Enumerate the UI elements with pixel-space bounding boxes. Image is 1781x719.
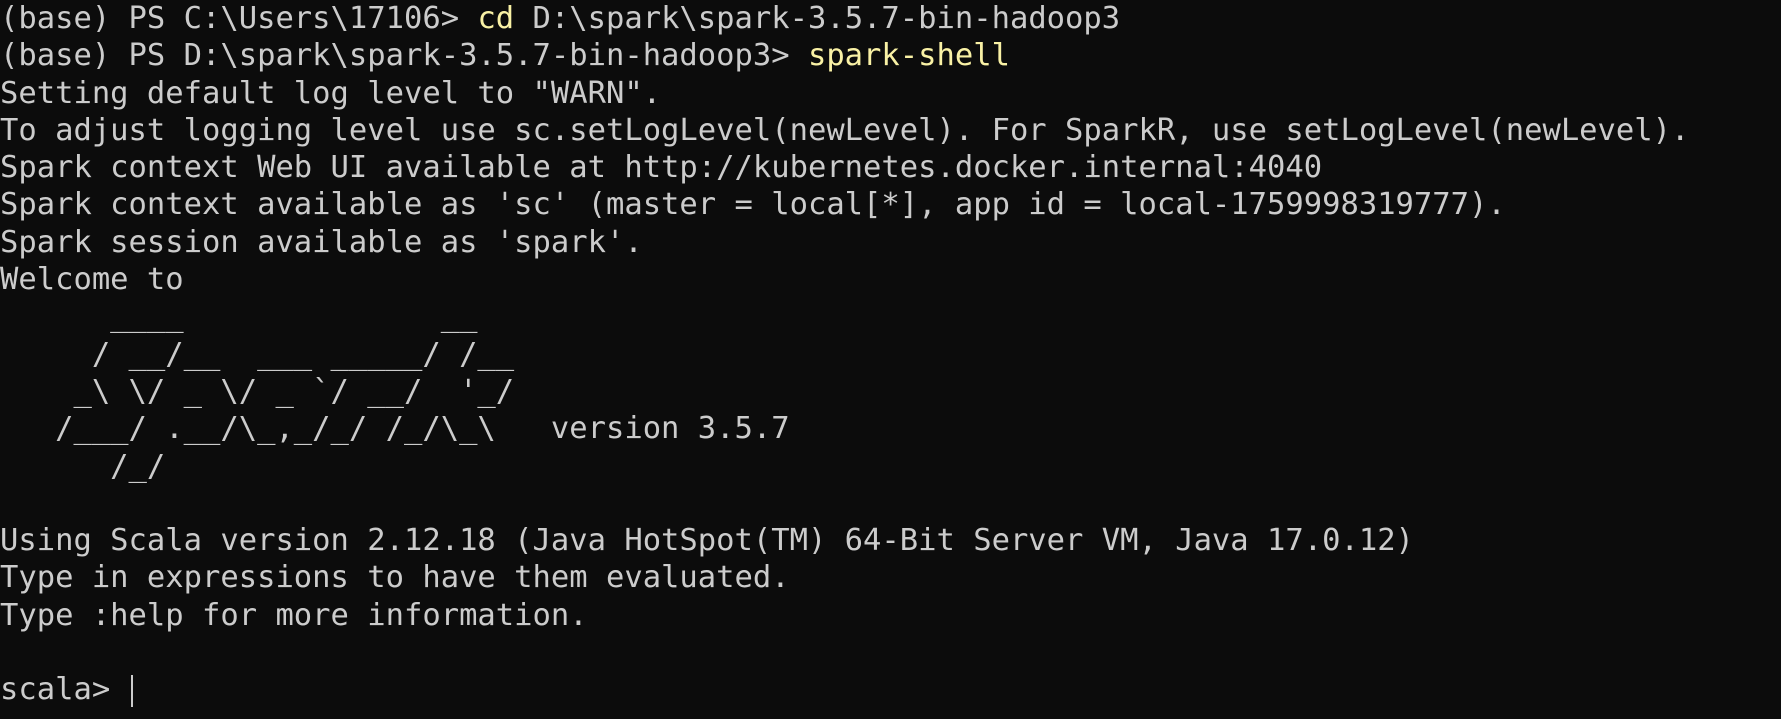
command-text: spark-shell [807, 38, 1010, 74]
terminal-window[interactable]: (base) PS C:\Users\17106> cd D:\spark\sp… [0, 0, 1781, 719]
output-line: Setting default log level to "WARN". [0, 75, 662, 111]
command-argument: D:\spark\spark-3.5.7-bin-hadoop3 [514, 1, 1121, 36]
output-line: To adjust logging level use sc.setLogLev… [0, 112, 1690, 148]
spark-ascii-logo-line: ____ __ [0, 299, 478, 335]
output-line: Type :help for more information. [0, 597, 588, 633]
output-line: Welcome to [0, 262, 184, 298]
terminal-line-prompt-2: (base) PS D:\spark\spark-3.5.7-bin-hadoo… [0, 37, 1781, 74]
output-line: Type in expressions to have them evaluat… [0, 560, 790, 596]
prompt-text: (base) PS D:\spark\spark-3.5.7-bin-hadoo… [0, 38, 808, 74]
output-line: Spark context Web UI available at http:/… [0, 150, 1323, 186]
text-cursor [130, 674, 133, 707]
spark-ascii-logo-line: /_/ [0, 448, 166, 484]
output-line: Using Scala version 2.12.18 (Java HotSpo… [0, 523, 1414, 559]
terminal-line-prompt-1: (base) PS C:\Users\17106> cd D:\spark\sp… [0, 0, 1781, 37]
spark-ascii-logo-line: /___/ .__/\_,_/_/ /_/\_\ version 3.5.7 [0, 411, 790, 447]
command-text: cd [477, 1, 515, 36]
output-line: Spark session available as 'spark'. [0, 224, 643, 260]
spark-ascii-logo-line: _\ \/ _ \/ _ `/ __/ '_/ [0, 373, 515, 409]
spark-ascii-logo-line: / __/__ ___ _____/ /__ [0, 336, 515, 372]
scala-prompt-line[interactable]: scala> [0, 671, 1781, 708]
scala-prompt: scala> [0, 672, 129, 708]
output-line: Spark context available as 'sc' (master … [0, 187, 1506, 223]
prompt-text: (base) PS C:\Users\17106> [0, 1, 478, 36]
